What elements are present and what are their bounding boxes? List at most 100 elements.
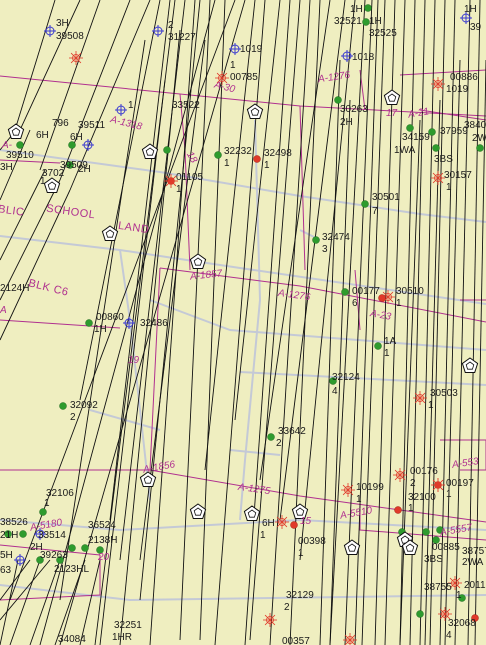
well-label: 5H xyxy=(0,550,13,561)
oil-well-icon[interactable] xyxy=(361,200,369,208)
well-label: 4 xyxy=(446,630,452,641)
oil-well-icon[interactable] xyxy=(39,508,47,516)
well-label: 1H xyxy=(369,16,382,27)
dry-hole-icon[interactable] xyxy=(431,77,445,91)
well-bore-line xyxy=(19,0,81,131)
well-bore-line xyxy=(234,0,281,421)
well-label: 3H xyxy=(56,18,69,29)
well-label: 00357 xyxy=(282,636,310,645)
oil-well-icon[interactable] xyxy=(59,402,67,410)
oil-well-icon[interactable] xyxy=(422,528,430,536)
well-label: 3H xyxy=(0,162,13,173)
well-label: 30157 xyxy=(444,170,472,181)
oil-well-icon[interactable] xyxy=(214,151,222,159)
oil-well-icon[interactable] xyxy=(476,144,484,152)
survey-area-label: A xyxy=(0,305,7,316)
well-label: 32474 xyxy=(322,232,350,243)
well-label: 39263 xyxy=(40,550,68,561)
well-label: 00885 xyxy=(432,542,460,553)
permitted-location-icon[interactable] xyxy=(14,554,26,566)
well-label: 32525 xyxy=(369,28,397,39)
well-pad-icon[interactable] xyxy=(383,89,401,105)
oil-well-icon[interactable] xyxy=(85,319,93,327)
well-pad-icon[interactable] xyxy=(43,177,61,193)
oil-well-icon[interactable] xyxy=(334,96,342,104)
road-segment xyxy=(239,371,486,386)
gas-well-burst-icon[interactable] xyxy=(431,478,445,492)
well-label: 32124 xyxy=(332,372,360,383)
survey-area-label: 19 xyxy=(128,355,140,366)
well-label: 1019 xyxy=(240,44,263,55)
well-bore-line xyxy=(59,0,131,181)
oil-well-icon[interactable] xyxy=(374,342,382,350)
oil-well-icon[interactable] xyxy=(267,433,275,441)
well-label: 39508 xyxy=(56,31,84,42)
well-label: 00398 xyxy=(298,536,326,547)
dry-hole-icon[interactable] xyxy=(263,613,277,627)
well-label: 00197 xyxy=(446,478,474,489)
well-label: 30510 xyxy=(396,286,424,297)
well-map[interactable]: A-1276 A-30 A-1318 18 A-21 17 BLIC SCHOOL LAND A-… xyxy=(0,0,486,645)
well-pad-icon[interactable] xyxy=(461,357,479,373)
well-label: 33642 xyxy=(278,426,306,437)
map-canvas[interactable] xyxy=(0,0,486,645)
well-bore-line xyxy=(361,0,386,645)
oil-well-icon[interactable] xyxy=(406,124,414,132)
dry-hole-icon[interactable] xyxy=(275,515,289,529)
well-label: 32251 xyxy=(114,620,142,631)
dry-hole-icon[interactable] xyxy=(431,171,445,185)
well-pad-icon[interactable] xyxy=(343,539,361,555)
well-pad-icon[interactable] xyxy=(246,103,264,119)
dry-hole-icon[interactable] xyxy=(341,483,355,497)
gas-well-icon[interactable] xyxy=(253,155,261,163)
oil-well-icon[interactable] xyxy=(19,530,27,538)
well-label: 32129 xyxy=(286,590,314,601)
well-label: 20119 xyxy=(464,580,486,591)
oil-well-icon[interactable] xyxy=(163,146,171,154)
oil-well-icon[interactable] xyxy=(416,610,424,618)
well-label: 1HR xyxy=(112,632,133,643)
well-label: 2H xyxy=(340,117,353,128)
well-pad-icon[interactable] xyxy=(189,253,207,269)
well-label: 32498 xyxy=(264,148,292,159)
well-pad-icon[interactable] xyxy=(141,143,159,159)
dry-hole-icon[interactable] xyxy=(381,290,395,304)
well-label: 10199 xyxy=(356,482,384,493)
permitted-location-icon[interactable] xyxy=(115,104,127,116)
well-pad-icon[interactable] xyxy=(243,505,261,521)
well-label: 31227 xyxy=(168,32,196,43)
well-pad-icon[interactable] xyxy=(101,225,119,241)
boundary-line xyxy=(0,555,101,601)
well-label: 1 xyxy=(128,100,134,111)
oil-well-icon[interactable] xyxy=(364,4,372,12)
well-label: 63 xyxy=(0,565,12,576)
well-label: 21H xyxy=(0,530,19,541)
oil-well-icon[interactable] xyxy=(341,288,349,296)
well-label: 6H xyxy=(262,518,275,529)
well-label: 39510 xyxy=(6,150,34,161)
gas-well-icon[interactable] xyxy=(290,521,298,529)
oil-well-icon[interactable] xyxy=(68,544,76,552)
well-pad-icon[interactable] xyxy=(189,503,207,519)
permitted-location-icon[interactable] xyxy=(44,25,56,37)
well-label: 1 xyxy=(298,548,304,559)
gas-well-icon[interactable] xyxy=(394,506,402,514)
well-label: 2124H xyxy=(0,283,30,294)
dry-hole-icon[interactable] xyxy=(69,51,83,65)
oil-well-icon[interactable] xyxy=(312,236,320,244)
well-label: 6 xyxy=(352,298,358,309)
permitted-location-icon[interactable] xyxy=(82,139,94,151)
well-label: 00860 xyxy=(96,312,124,323)
well-label: 38526 xyxy=(0,517,28,528)
well-label: 2123HL xyxy=(54,564,90,575)
oil-well-icon[interactable] xyxy=(432,144,440,152)
dry-hole-icon[interactable] xyxy=(393,468,407,482)
oil-well-icon[interactable] xyxy=(16,141,24,149)
well-label: 2H xyxy=(78,164,91,175)
well-label: 7 xyxy=(372,206,378,217)
well-label: 1 xyxy=(384,348,390,359)
permitted-location-icon[interactable] xyxy=(152,25,164,37)
road-segment xyxy=(239,119,262,521)
well-label: 1 xyxy=(176,184,182,195)
dry-hole-icon[interactable] xyxy=(413,391,427,405)
